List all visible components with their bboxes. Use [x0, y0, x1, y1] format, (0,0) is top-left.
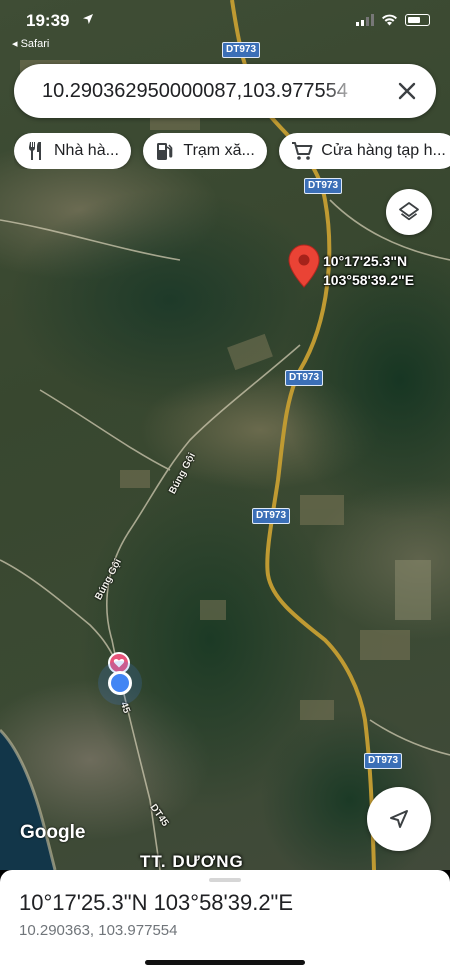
search-bar[interactable]: 10.290362950000087,103.977554 — [14, 64, 436, 118]
navigation-arrow-icon — [390, 810, 408, 828]
status-bar: 19:39 ◂ Safari — [0, 0, 450, 56]
chip-restaurants[interactable]: Nhà hà... — [14, 133, 131, 169]
fuel-pump-icon — [157, 143, 173, 160]
battery-icon — [405, 14, 430, 26]
pin-latitude: 10°17'25.3"N — [323, 253, 408, 269]
status-time: 19:39 — [26, 11, 70, 30]
town-label: TT. DƯƠNG — [140, 852, 244, 870]
road-label-dt973: DT973 — [364, 753, 403, 769]
chip-label: Cửa hàng tạp h... — [321, 142, 446, 159]
chip-label: Trạm xă... — [183, 142, 255, 159]
road-label-dt973: DT973 — [304, 178, 343, 194]
satellite-map[interactable]: DT973 DT973 DT973 DT973 DT973 Búng Gội B… — [0, 0, 450, 870]
layers-button[interactable] — [386, 189, 432, 235]
place-decimal-coordinates: 10.290363, 103.977554 — [19, 922, 178, 939]
road-label-dt973: DT973 — [252, 508, 291, 524]
chip-grocery-stores[interactable]: Cửa hàng tạp h... — [279, 133, 450, 169]
google-attribution: Google — [20, 822, 86, 843]
my-location-button[interactable] — [367, 787, 431, 851]
home-indicator[interactable] — [145, 960, 305, 965]
heart-icon — [113, 658, 125, 668]
cellular-signal-icon — [356, 14, 374, 26]
bottom-sheet[interactable]: 10°17'25.3"N 103°58'39.2"E 10.290363, 10… — [0, 870, 450, 974]
chip-label: Nhà hà... — [54, 142, 119, 159]
utensils-icon — [29, 142, 41, 160]
place-title: 10°17'25.3"N 103°58'39.2"E — [19, 890, 294, 915]
close-icon[interactable] — [394, 78, 420, 104]
shopping-cart-icon — [292, 142, 313, 160]
map-roads-layer — [0, 0, 450, 870]
pin-coordinates-label: 10°17'25.3"N 103°58'39.2"E — [323, 252, 414, 290]
sheet-drag-handle[interactable] — [209, 878, 241, 882]
search-query-text[interactable]: 10.290362950000087,103.977554 — [42, 80, 362, 103]
pin-longitude: 103°58'39.2"E — [323, 272, 415, 288]
status-indicators — [356, 14, 430, 26]
road-label-dt973: DT973 — [285, 370, 324, 386]
chip-gas-stations[interactable]: Trạm xă... — [143, 133, 267, 169]
user-location-dot — [108, 671, 132, 695]
category-chips: Nhà hà... Trạm xă... Cửa hàng tạp h... — [14, 133, 450, 169]
back-to-app-link[interactable]: ◂ Safari — [12, 37, 49, 50]
location-arrow-icon — [83, 14, 93, 24]
location-pin-icon[interactable] — [288, 244, 320, 288]
wifi-icon — [382, 14, 397, 26]
layers-icon — [399, 202, 419, 221]
